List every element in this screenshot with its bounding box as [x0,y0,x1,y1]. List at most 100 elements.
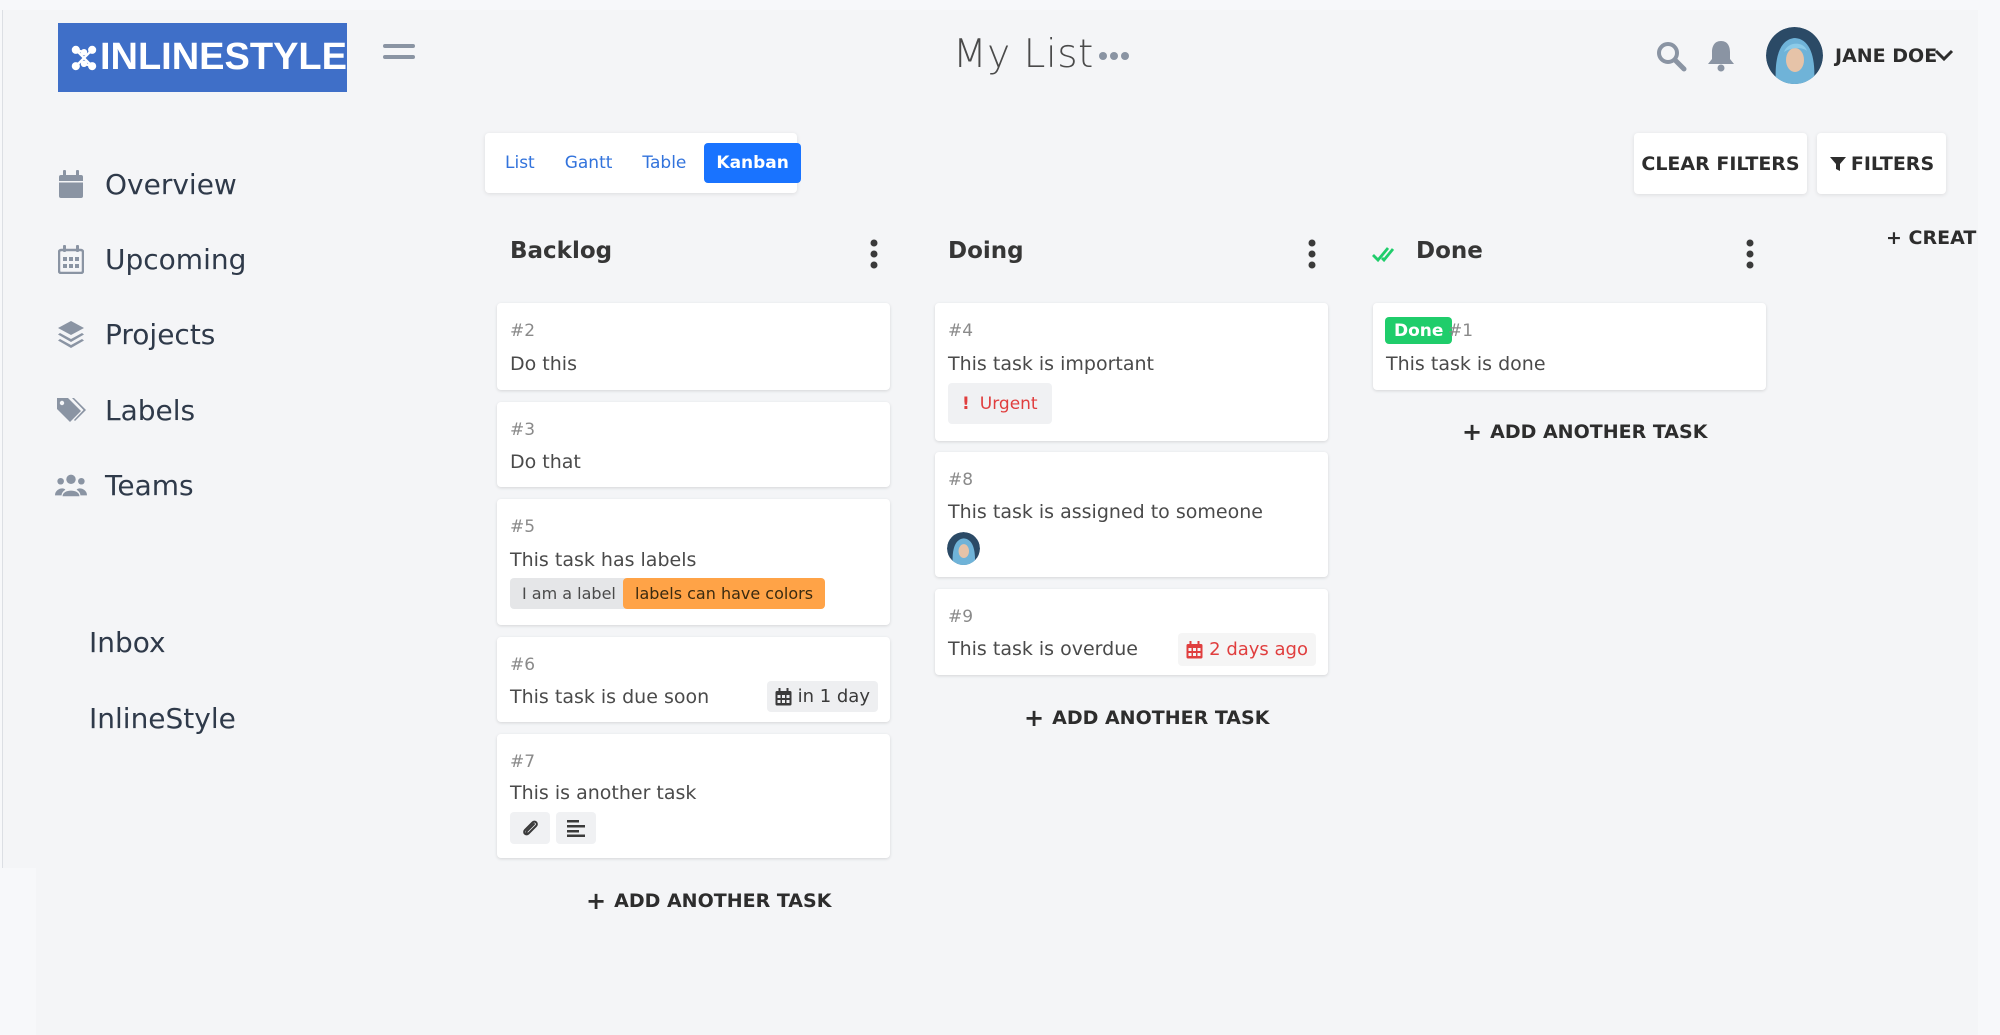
assignee-avatar[interactable] [947,532,980,565]
kebab-menu-icon[interactable] [1306,238,1318,270]
task-id: #3 [510,420,536,440]
clear-filters-label: CLEAR FILTERS [1641,152,1800,175]
task-id: #8 [948,470,974,490]
kebab-menu-icon[interactable] [868,238,880,270]
sidebar-item-label: Upcoming [105,242,247,276]
sidebar-item-labels[interactable]: Labels [55,390,195,430]
sidebar-item-label: Labels [105,393,196,427]
task-card[interactable]: #8 This task is assigned to someone [935,452,1328,577]
plus-icon: + [586,887,607,915]
filter-icon [1829,156,1846,171]
task-card[interactable]: Done #1 This task is done [1373,303,1766,390]
due-date-badge: in 1 day [766,681,878,712]
task-id: #9 [948,607,974,627]
task-title: This task is important [948,353,1154,375]
filters-button[interactable]: FILTERS [1817,133,1946,194]
task-id: #5 [510,517,536,537]
priority-text: Urgent [979,393,1038,414]
clear-filters-button[interactable]: CLEAR FILTERS [1634,133,1807,194]
logo-network-icon [71,45,97,70]
double-check-icon [1372,247,1395,263]
task-label: labels can have colors [623,578,826,609]
due-date-text: in 1 day [797,686,870,707]
bell-icon[interactable] [1706,38,1736,72]
priority-badge: ! Urgent [948,383,1052,424]
search-icon[interactable] [1655,40,1687,72]
task-card[interactable]: #6 This task is due soon in 1 day [497,637,890,722]
task-card[interactable]: #5 This task has labels I am a label lab… [497,499,890,625]
task-label: I am a label [510,578,628,609]
calendar-icon [775,687,792,705]
exclamation-icon: ! [962,393,970,414]
task-id: #2 [510,321,536,341]
plus-icon: + [1024,704,1045,732]
add-task-button-done[interactable]: + ADD ANOTHER TASK [1462,418,1707,446]
sidebar-project-inlinestyle[interactable]: InlineStyle [89,702,236,735]
bucket-title-doing: Doing [948,238,1024,264]
hamburger-line [383,44,415,48]
task-title: This is another task [510,782,697,804]
sidebar-item-label: Overview [105,167,237,201]
task-card[interactable]: #9 This task is overdue 2 days ago [935,589,1328,675]
tags-icon [55,394,87,426]
menu-toggle-button[interactable] [383,44,415,68]
sidebar-item-label: Teams [105,468,194,502]
add-task-button-backlog[interactable]: + ADD ANOTHER TASK [586,887,831,915]
task-card[interactable]: #2 Do this [497,303,890,390]
frame-cutout [0,868,36,1035]
task-title: This task is done [1386,353,1546,375]
add-task-label: ADD ANOTHER TASK [1052,707,1270,729]
sidebar-project-inbox[interactable]: Inbox [89,626,166,659]
description-indicator [556,812,596,844]
task-card[interactable]: #3 Do that [497,402,890,487]
user-avatar[interactable] [1766,27,1823,84]
add-task-button-doing[interactable]: + ADD ANOTHER TASK [1024,704,1269,732]
brand-name: INLINESTYLE [99,36,347,78]
attachment-indicator [510,812,550,844]
sidebar-item-overview[interactable]: Overview [55,164,237,204]
task-id: #1 [1448,321,1474,341]
done-badge: Done [1385,317,1453,344]
view-kanban-button[interactable]: Kanban [704,143,801,183]
chevron-down-icon[interactable] [1934,48,1954,62]
task-title: This task is due soon [510,686,710,708]
users-icon [55,469,87,501]
task-title: Do that [510,451,581,473]
create-bucket-button[interactable]: + CREATE [1886,227,1989,249]
page-title: My List [953,32,1094,77]
calendar-icon [55,168,87,200]
task-title: This task is assigned to someone [948,501,1263,523]
filters-label: FILTERS [1850,152,1935,175]
view-switcher: List Gantt Table Kanban [485,133,801,193]
brand-logo[interactable]: INLINESTYLE [58,23,347,92]
user-name[interactable]: JANE DOE [1835,45,1937,67]
sidebar-item-teams[interactable]: Teams [55,465,194,505]
task-id: #6 [510,655,536,675]
task-card[interactable]: #4 This task is important ! Urgent [935,303,1328,441]
bucket-title-done: Done [1416,238,1483,264]
bucket-title-backlog: Backlog [510,238,613,264]
due-date-text: 2 days ago [1209,639,1308,660]
align-left-icon [567,820,585,837]
task-title: This task is overdue [948,638,1138,660]
task-title: This task has labels [510,549,697,571]
sidebar [3,10,383,868]
view-gantt-button[interactable]: Gantt [553,143,625,183]
more-options-icon[interactable] [1098,50,1130,62]
overdue-badge: 2 days ago [1178,633,1316,666]
paperclip-icon [523,820,538,836]
view-list-button[interactable]: List [493,143,547,183]
viewport-edge [1978,0,2000,1035]
calendar-grid-icon [55,243,87,275]
add-task-label: ADD ANOTHER TASK [614,890,832,912]
sidebar-item-upcoming[interactable]: Upcoming [55,239,246,279]
plus-icon: + [1462,418,1483,446]
view-table-button[interactable]: Table [630,143,698,183]
task-id: #7 [510,752,536,772]
task-title: Do this [510,353,577,375]
sidebar-item-projects[interactable]: Projects [55,314,215,354]
kebab-menu-icon[interactable] [1744,238,1756,270]
calendar-icon [1186,640,1203,658]
hamburger-line [383,55,415,59]
add-task-label: ADD ANOTHER TASK [1490,421,1708,443]
